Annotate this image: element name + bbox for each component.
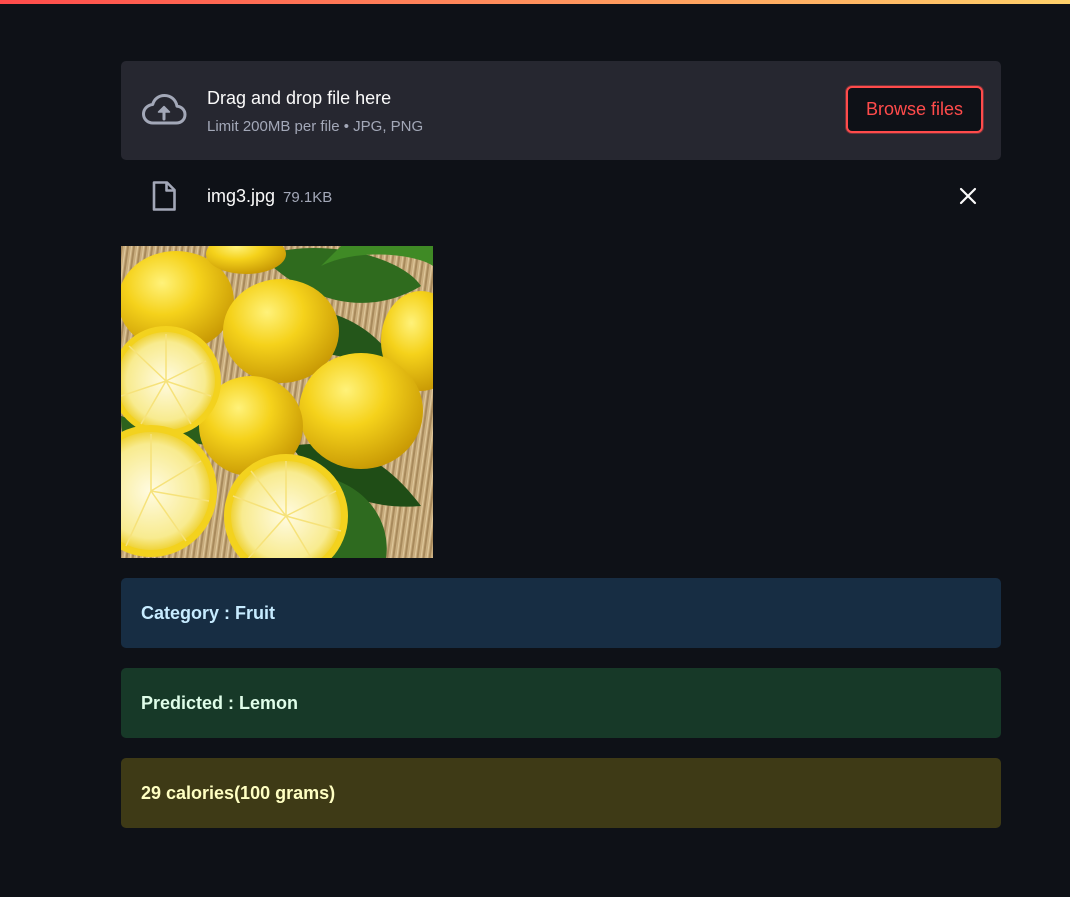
header-decoration-bar <box>0 0 1070 4</box>
file-dropzone[interactable]: Drag and drop file here Limit 200MB per … <box>121 61 1001 160</box>
dropzone-instructions: Drag and drop file here Limit 200MB per … <box>207 87 423 137</box>
uploaded-image <box>121 246 433 558</box>
browse-files-button[interactable]: Browse files <box>846 86 983 133</box>
uploaded-file-info: img3.jpg 79.1KB <box>207 185 332 209</box>
cloud-upload-icon <box>142 94 187 125</box>
uploaded-file-row: img3.jpg 79.1KB <box>121 160 1001 236</box>
close-icon[interactable] <box>957 185 979 207</box>
uploaded-file-size: 79.1KB <box>283 189 333 206</box>
dropzone-title: Drag and drop file here <box>207 88 392 108</box>
uploaded-file-name: img3.jpg <box>207 186 276 206</box>
lemons-photo <box>121 246 433 558</box>
calories-alert: 29 calories(100 grams) <box>121 758 1001 828</box>
prediction-alert: Predicted : Lemon <box>121 668 1001 738</box>
main-content: Drag and drop file here Limit 200MB per … <box>121 61 1001 828</box>
category-alert: Category : Fruit <box>121 578 1001 648</box>
dropzone-limit-text: Limit 200MB per file • JPG, PNG <box>207 118 424 135</box>
file-icon <box>152 181 176 211</box>
